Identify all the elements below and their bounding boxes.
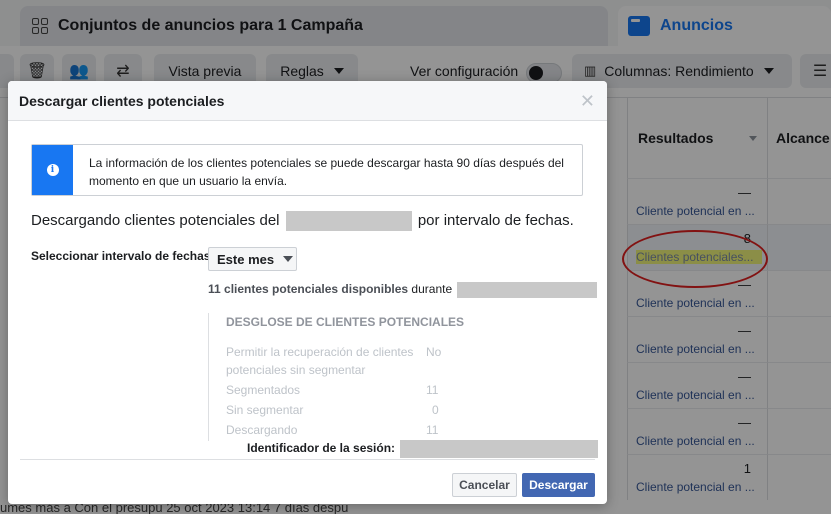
available-leads-suffix: durante (411, 282, 453, 297)
session-id-label: Identificador de la sesión: (247, 441, 396, 456)
close-icon[interactable]: ✕ (580, 91, 595, 112)
leads-breakdown: DESGLOSE DE CLIENTES POTENCIALES Permiti… (208, 313, 488, 441)
info-text: La información de los clientes potencial… (89, 156, 564, 188)
redacted-date-range (457, 282, 598, 298)
breakdown-value: 11 (426, 383, 439, 397)
date-range-select[interactable]: Este mes (208, 247, 297, 271)
breakdown-value: No (426, 345, 442, 359)
available-leads-count: 11 clientes potenciales disponibles (208, 282, 409, 297)
redacted-session-id (400, 440, 599, 458)
download-leads-dialog: Descargar clientes potenciales ✕ i La in… (8, 81, 607, 504)
breakdown-value: 11 (426, 423, 439, 437)
info-banner-accent: i (32, 145, 73, 195)
info-icon: i (46, 164, 59, 176)
info-banner: i La información de los clientes potenci… (31, 144, 583, 196)
redacted-form-name (285, 211, 412, 231)
chevron-down-icon (283, 256, 294, 262)
breakdown-row: Sin segmentar 0 (226, 401, 466, 419)
dialog-footer: Cancelar Descargar (20, 459, 595, 504)
breakdown-row: Descargando 11 (226, 421, 466, 439)
dialog-title: Descargar clientes potenciales (19, 92, 225, 109)
breakdown-title: DESGLOSE DE CLIENTES POTENCIALES (226, 315, 465, 329)
session-id-line: Identificador de la sesión: (247, 440, 599, 458)
cancel-button[interactable]: Cancelar (452, 473, 517, 497)
downloading-description: Descargando clientes potenciales del por… (31, 211, 574, 231)
date-range-label: Seleccionar intervalo de fechas (31, 249, 211, 263)
breakdown-label: Permitir la recuperación de clientes pot… (226, 345, 414, 377)
downloading-suffix: por intervalo de fechas. (417, 211, 574, 229)
download-button[interactable]: Descargar (522, 473, 595, 497)
breakdown-row: Permitir la recuperación de clientes pot… (226, 343, 466, 379)
breakdown-row: Segmentados 11 (226, 381, 466, 399)
breakdown-value: 0 (432, 403, 439, 417)
available-leads-line: 11 clientes potenciales disponibles dura… (208, 282, 598, 298)
downloading-prefix: Descargando clientes potenciales del (31, 211, 280, 229)
date-range-value: Este mes (217, 251, 275, 267)
dialog-header: Descargar clientes potenciales (8, 81, 607, 121)
